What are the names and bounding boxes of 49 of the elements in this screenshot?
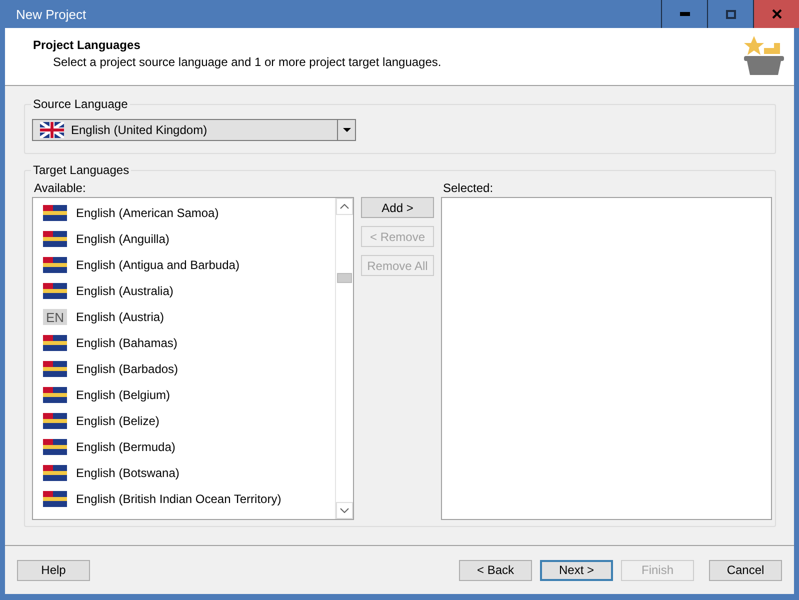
flag-icon (43, 465, 67, 481)
group-label: Target Languages (31, 163, 132, 177)
flag-icon (43, 283, 67, 299)
wizard-button[interactable]: Cancel (709, 560, 782, 580)
language-item[interactable]: English (Bermuda) (33, 434, 335, 460)
flag-icon (40, 122, 64, 138)
close-button[interactable] (753, 0, 799, 28)
flag-icon (43, 231, 67, 247)
language-item[interactable]: English (Botswana) (33, 460, 335, 486)
scroll-down-button[interactable] (336, 502, 353, 519)
scrollbar-thumb[interactable] (337, 273, 352, 283)
basket-star-icon (742, 34, 786, 78)
chevron-up-icon (340, 204, 349, 209)
flag-icon (43, 361, 67, 377)
window-title: New Project (15, 6, 88, 22)
language-item[interactable]: English (Belize) (33, 408, 335, 434)
language-item[interactable]: English (Belgium) (33, 382, 335, 408)
language-item[interactable]: English (Anguilla) (33, 226, 335, 252)
flag-icon (43, 387, 67, 403)
selected-label: Selected: (443, 181, 494, 197)
flag-icon (43, 205, 67, 221)
flag-icon (43, 335, 67, 351)
available-label: Available: (34, 181, 87, 197)
maximize-icon (726, 10, 736, 18)
language-item[interactable]: English (Barbados) (33, 356, 335, 382)
flag-icon (43, 413, 67, 429)
page-subtitle: Select a project source language and 1 or more project target languages. (53, 55, 442, 69)
group-label: Source Language (31, 97, 130, 111)
language-item[interactable]: EN English (Austria) (33, 304, 335, 330)
language-item[interactable]: English (American Samoa) (33, 200, 335, 226)
language-item[interactable]: English (Australia) (33, 278, 335, 304)
close-icon (772, 9, 782, 19)
language-item[interactable]: English (British Indian Ocean Territory) (33, 486, 335, 512)
flag-icon (43, 439, 67, 455)
dropdown-arrow-icon (342, 128, 350, 132)
wizard-button[interactable]: Next > (540, 560, 613, 580)
language-item[interactable]: English (Antigua and Barbuda) (33, 252, 335, 278)
chevron-down-icon (340, 508, 349, 513)
language-item[interactable]: English (Bahamas) (33, 330, 335, 356)
scroll-up-button[interactable] (336, 198, 353, 215)
list-action-button[interactable]: Add > (361, 197, 434, 218)
minimize-icon (680, 12, 690, 16)
language-code-badge: EN (43, 309, 67, 325)
flag-icon (43, 491, 67, 507)
flag-icon (43, 257, 67, 273)
source-language-dropdown[interactable]: English (United Kingdom) (32, 119, 356, 141)
help-button[interactable]: Help (17, 560, 90, 580)
page-title: Project Languages (33, 38, 142, 52)
wizard-button[interactable]: < Back (459, 560, 532, 580)
